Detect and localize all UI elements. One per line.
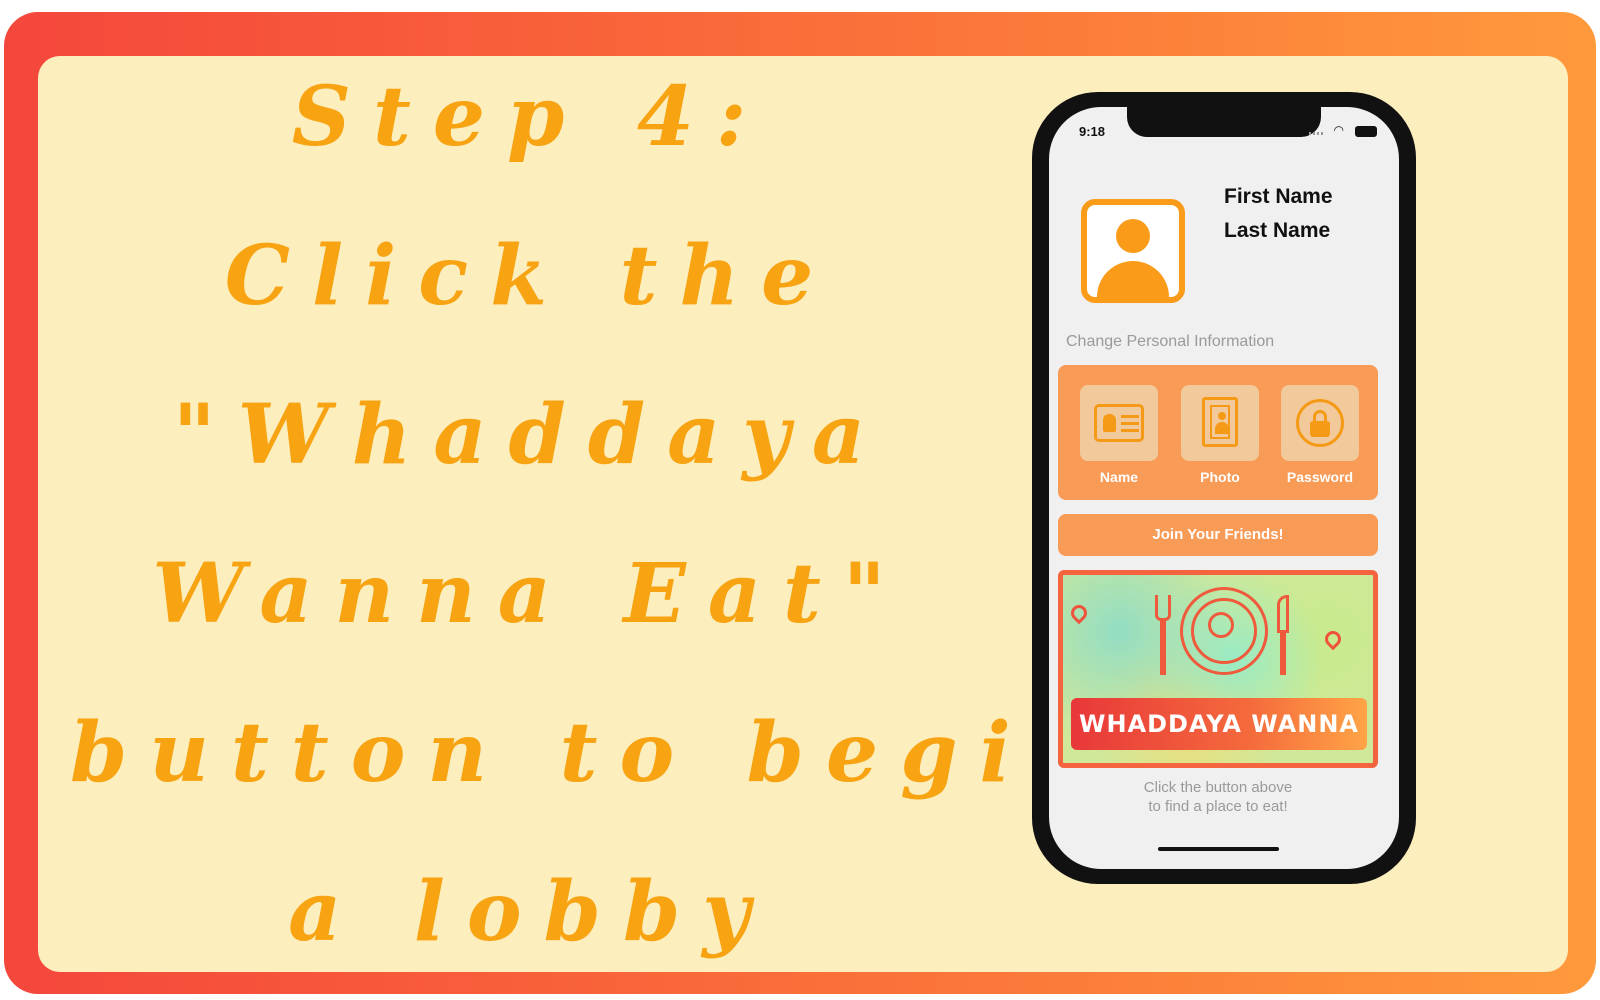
signal-icon [1309, 132, 1323, 135]
photo-tile [1181, 385, 1259, 461]
phone-screen: 9:18 ◠ First Name Last Name Change Perso… [1049, 107, 1399, 869]
phone-notch [1127, 107, 1321, 137]
plate-icon [1180, 587, 1268, 675]
change-name-button[interactable]: Name [1080, 385, 1158, 493]
instruction-line: a lobby [288, 864, 772, 960]
whaddaya-wanna-eat-button[interactable]: WHADDAYA WANNA EAT? [1058, 570, 1378, 768]
phone-mockup: 9:18 ◠ First Name Last Name Change Perso… [1032, 92, 1416, 884]
fork-icon [1155, 595, 1173, 675]
avatar-body [1097, 261, 1169, 297]
home-indicator [1158, 847, 1279, 851]
hint-text: Click the button above to find a place t… [1049, 778, 1387, 816]
join-friends-button[interactable]: Join Your Friends! [1058, 514, 1378, 556]
instruction-line: "Whaddaya [172, 387, 888, 483]
wifi-icon: ◠ [1333, 123, 1344, 137]
first-name-label: First Name [1224, 185, 1333, 208]
instruction-line: button to begin [70, 705, 1115, 801]
name-tile [1080, 385, 1158, 461]
personal-info-options: Name Photo Password [1058, 365, 1378, 500]
instruction-line: Click the [224, 228, 836, 324]
battery-icon [1355, 126, 1377, 137]
map-pin-icon [1067, 601, 1091, 625]
change-password-button[interactable]: Password [1281, 385, 1359, 493]
instruction-line: Step 4: [291, 69, 769, 165]
status-time: 9:18 [1079, 124, 1106, 139]
option-label: Name [1099, 469, 1139, 485]
section-label: Change Personal Information [1066, 333, 1275, 350]
profile-avatar[interactable] [1081, 199, 1185, 303]
option-label: Photo [1200, 469, 1240, 485]
portrait-icon [1202, 397, 1238, 447]
avatar-head [1116, 219, 1150, 253]
last-name-label: Last Name [1224, 219, 1331, 242]
map-pin-icon [1321, 627, 1345, 651]
option-label: Password [1286, 469, 1354, 485]
knife-icon [1277, 595, 1291, 675]
wwe-banner-label: WHADDAYA WANNA EAT? [1071, 698, 1367, 763]
change-photo-button[interactable]: Photo [1181, 385, 1259, 493]
lock-icon [1296, 399, 1344, 447]
instruction-heading: Step 4: Click the "Whaddaya Wanna Eat" b… [70, 38, 1115, 992]
hint-line: Click the button above [1143, 779, 1293, 796]
id-card-icon [1094, 404, 1144, 442]
hint-line: to find a place to eat! [1148, 798, 1288, 815]
password-tile [1281, 385, 1359, 461]
instruction-line: Wanna Eat" [152, 546, 908, 642]
